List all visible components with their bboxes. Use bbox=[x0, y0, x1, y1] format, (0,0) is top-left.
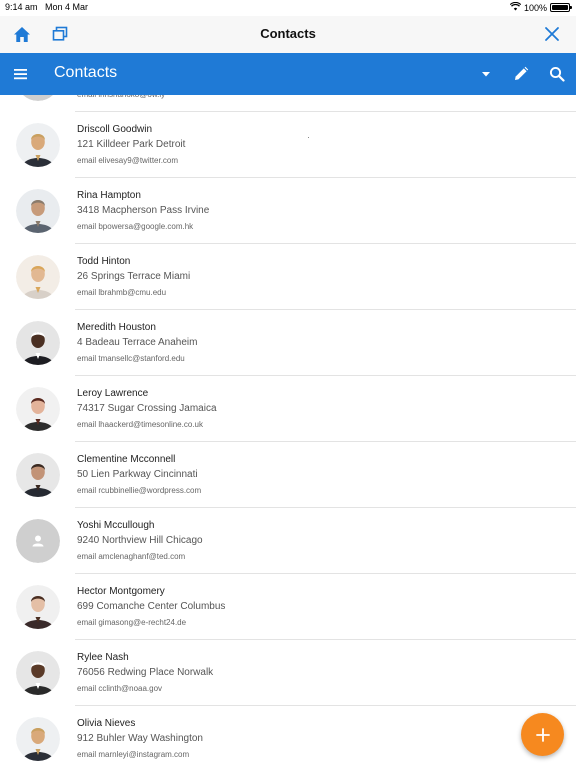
avatar-placeholder-icon bbox=[16, 95, 60, 101]
contact-name: Clementine Mcconnell bbox=[77, 454, 176, 465]
contact-row[interactable]: Meredith Houston 4 Badeau Terrace Anaheim… bbox=[0, 310, 576, 376]
battery-icon bbox=[550, 3, 572, 12]
contact-name: Rina Hampton bbox=[77, 190, 141, 201]
dropdown-icon bbox=[482, 72, 490, 77]
contact-email: email lhrishanok8@ow.ly bbox=[77, 95, 165, 99]
contact-name: Meredith Houston bbox=[77, 322, 156, 333]
status-time: 9:14 am bbox=[5, 2, 38, 12]
contact-address: 26 Springs Terrace Miami bbox=[77, 271, 191, 282]
avatar bbox=[16, 453, 60, 497]
contact-address: 699 Comanche Center Columbus bbox=[77, 601, 226, 612]
contact-name: Todd Hinton bbox=[77, 256, 131, 267]
contact-email: email rcubbinellie@wordpress.com bbox=[77, 486, 202, 495]
contact-row[interactable]: Olivia Nieves 912 Buhler Way Washington em… bbox=[0, 706, 576, 768]
toolbar-title: Contacts bbox=[54, 64, 118, 81]
contact-name: Rylee Nash bbox=[77, 652, 129, 663]
contact-row[interactable]: Clementine Mcconnell 50 Lien Parkway Cinc… bbox=[0, 442, 576, 508]
avatar-placeholder-icon bbox=[16, 519, 60, 563]
contact-address: 76056 Redwing Place Norwalk bbox=[77, 667, 214, 678]
avatar bbox=[16, 321, 60, 365]
contact-row[interactable]: Driscoll Goodwin 121 Killdeer Park Detroi… bbox=[0, 112, 576, 178]
avatar bbox=[16, 585, 60, 629]
status-bar: 9:14 am Mon 4 Mar 100% bbox=[0, 0, 576, 16]
contact-email: email tmansellc@stanford.edu bbox=[77, 354, 185, 363]
close-button[interactable] bbox=[542, 24, 562, 44]
contact-email: email elivesay9@twitter.com bbox=[77, 156, 179, 165]
contact-address: 9240 Northview Hill Chicago bbox=[77, 535, 203, 546]
battery-fill bbox=[552, 5, 568, 10]
contact-email: email lhaackerd@timesonline.co.uk bbox=[77, 420, 203, 429]
contact-email: email cclinth@noaa.gov bbox=[77, 684, 163, 693]
close-icon bbox=[545, 27, 559, 41]
contact-row[interactable]: email lhrishanok8@ow.ly bbox=[0, 95, 576, 112]
app-header: Contacts bbox=[0, 16, 576, 53]
contact-name: Yoshi Mccullough bbox=[77, 520, 155, 531]
contact-email: email gimasong@e-recht24.de bbox=[77, 618, 187, 627]
contact-email: email bpowersa@google.com.hk bbox=[77, 222, 194, 231]
avatar bbox=[16, 387, 60, 431]
battery-percent: 100% bbox=[523, 2, 547, 13]
search-icon bbox=[549, 66, 565, 82]
plus-icon bbox=[535, 727, 550, 742]
contact-name: Olivia Nieves bbox=[77, 718, 136, 729]
contact-email: email lbrahmb@cmu.edu bbox=[77, 288, 167, 297]
contact-email: email amclenaghanf@ted.com bbox=[77, 552, 186, 561]
status-right: 100% bbox=[509, 1, 572, 13]
contact-address: 912 Buhler Way Washington bbox=[77, 733, 203, 744]
header-title: Contacts bbox=[260, 26, 316, 41]
search-button[interactable] bbox=[547, 64, 567, 84]
contact-name: Hector Montgomery bbox=[77, 586, 165, 597]
dropdown-button[interactable] bbox=[476, 64, 496, 84]
wifi-icon bbox=[509, 1, 522, 13]
contact-row[interactable]: Rina Hampton 3418 Macpherson Pass Irvine e… bbox=[0, 178, 576, 244]
contact-row[interactable]: Rylee Nash 76056 Redwing Place Norwalk ema… bbox=[0, 640, 576, 706]
add-contact-button[interactable] bbox=[521, 713, 564, 756]
contact-row[interactable]: Leroy Lawrence 74317 Sugar Crossing Jamai… bbox=[0, 376, 576, 442]
edit-button[interactable] bbox=[511, 64, 531, 84]
avatar bbox=[16, 255, 60, 299]
avatar bbox=[16, 189, 60, 233]
contact-row[interactable]: Todd Hinton 26 Springs Terrace Miami email… bbox=[0, 244, 576, 310]
avatar bbox=[16, 717, 60, 761]
contact-address: 4 Badeau Terrace Anaheim bbox=[77, 337, 198, 348]
menu-button[interactable] bbox=[12, 65, 30, 83]
avatar bbox=[16, 123, 60, 167]
contact-address: 3418 Macpherson Pass Irvine bbox=[77, 205, 210, 216]
contact-address: 121 Killdeer Park Detroit bbox=[77, 139, 186, 150]
status-date: Mon 4 Mar bbox=[45, 2, 89, 12]
contact-name: Leroy Lawrence bbox=[77, 388, 149, 399]
toolbar: Contacts bbox=[0, 53, 576, 95]
contact-email: email marnleyi@instagram.com bbox=[77, 750, 190, 759]
avatar bbox=[16, 651, 60, 695]
contact-row[interactable]: Yoshi Mccullough 9240 Northview Hill Chic… bbox=[0, 508, 576, 574]
contact-name: Driscoll Goodwin bbox=[77, 124, 153, 135]
contact-row[interactable]: Hector Montgomery 699 Comanche Center Col… bbox=[0, 574, 576, 640]
contacts-app: 9:14 am Mon 4 Mar 100% Contacts Contacts bbox=[0, 0, 576, 768]
menu-icon bbox=[14, 69, 27, 80]
contact-address: 50 Lien Parkway Cincinnati bbox=[77, 469, 198, 480]
contact-address: 74317 Sugar Crossing Jamaica bbox=[77, 403, 217, 414]
pencil-icon bbox=[515, 66, 529, 80]
contact-list[interactable]: email lhrishanok8@ow.ly Driscoll Goodwin 1… bbox=[0, 95, 576, 768]
